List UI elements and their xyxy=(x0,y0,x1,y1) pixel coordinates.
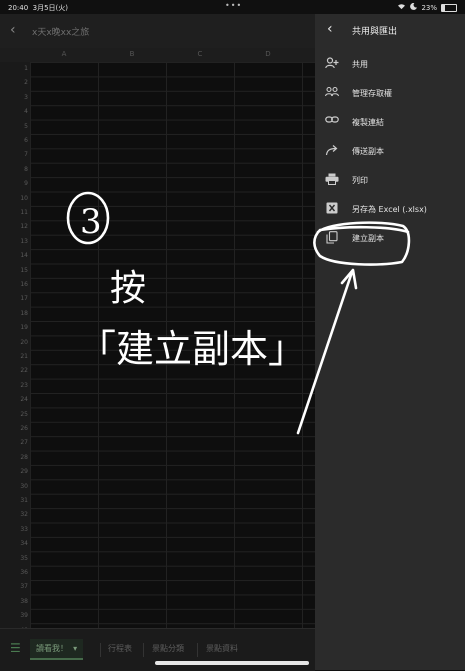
share-item[interactable]: 共用 xyxy=(315,51,465,79)
send-copy-item[interactable]: 傳送副本 xyxy=(315,138,465,166)
battery-icon xyxy=(441,3,457,12)
manage-access-item[interactable]: 管理存取權 xyxy=(315,80,465,108)
copy-link-label: 複製連結 xyxy=(352,118,384,127)
row-number[interactable]: 11 xyxy=(0,209,28,216)
row-number[interactable]: 8 xyxy=(0,166,28,173)
row-number[interactable]: 29 xyxy=(0,468,28,475)
row-number[interactable]: 16 xyxy=(0,281,28,288)
row-number[interactable]: 30 xyxy=(0,483,28,490)
add-person-icon xyxy=(325,57,339,71)
manage-access-label: 管理存取權 xyxy=(352,89,392,98)
row-number[interactable]: 7 xyxy=(0,151,28,158)
panel-header: ‹ 共用與匯出 xyxy=(315,14,465,48)
share-export-panel: ‹ 共用與匯出 共用 管理存取權 複製連結 傳送副本 列印 另存為 Excel … xyxy=(315,14,465,670)
make-copy-item[interactable]: 建立副本 xyxy=(315,225,465,253)
cell-grid[interactable] xyxy=(30,62,315,638)
save-as-excel-item[interactable]: 另存為 Excel (.xlsx) xyxy=(315,196,465,224)
panel-back-icon[interactable]: ‹ xyxy=(327,21,333,37)
back-chevron-icon[interactable]: ‹ xyxy=(10,22,16,38)
row-number[interactable]: 2 xyxy=(0,79,28,86)
status-bar: 20:40 3月5日(火) ••• 23% xyxy=(0,0,465,14)
row-number[interactable]: 25 xyxy=(0,411,28,418)
row-number[interactable]: 37 xyxy=(0,583,28,590)
excel-icon xyxy=(325,202,339,216)
sheet-list-menu-icon[interactable]: ☰ xyxy=(10,641,21,655)
column-header[interactable]: A xyxy=(30,50,98,58)
row-number[interactable]: 21 xyxy=(0,353,28,360)
row-number[interactable]: 17 xyxy=(0,295,28,302)
row-number[interactable]: 19 xyxy=(0,324,28,331)
row-number[interactable]: 38 xyxy=(0,598,28,605)
forward-arrow-icon xyxy=(325,144,339,158)
row-number[interactable]: 12 xyxy=(0,223,28,230)
moon-icon xyxy=(410,2,418,12)
document-title[interactable]: x天x晚xx之旅 xyxy=(32,25,89,38)
column-header[interactable]: B xyxy=(98,50,166,58)
copy-icon xyxy=(325,231,339,245)
row-number[interactable]: 36 xyxy=(0,569,28,576)
row-number[interactable]: 13 xyxy=(0,238,28,245)
tab-dropdown-icon[interactable]: ▾ xyxy=(73,644,77,653)
sheet-top-bar: ‹ x天x晚xx之旅 xyxy=(0,14,315,48)
row-number[interactable]: 10 xyxy=(0,195,28,202)
row-number[interactable]: 35 xyxy=(0,555,28,562)
row-number[interactable]: 22 xyxy=(0,367,28,374)
row-number[interactable]: 33 xyxy=(0,526,28,533)
row-number[interactable]: 34 xyxy=(0,540,28,547)
home-indicator[interactable] xyxy=(155,661,309,665)
sheet-tab-spot-categories[interactable]: 景點分類 xyxy=(146,639,190,658)
row-number[interactable]: 23 xyxy=(0,382,28,389)
row-number[interactable]: 18 xyxy=(0,310,28,317)
status-time-date: 20:40 3月5日(火) xyxy=(8,3,68,13)
row-number[interactable]: 28 xyxy=(0,454,28,461)
row-number[interactable]: 6 xyxy=(0,137,28,144)
make-copy-label: 建立副本 xyxy=(352,234,384,243)
print-item[interactable]: 列印 xyxy=(315,167,465,195)
row-number[interactable]: 3 xyxy=(0,94,28,101)
wifi-icon xyxy=(397,3,406,12)
multitasking-dots[interactable]: ••• xyxy=(225,1,242,10)
print-label: 列印 xyxy=(352,176,368,185)
row-number[interactable]: 15 xyxy=(0,267,28,274)
column-header[interactable]: D xyxy=(234,50,302,58)
row-number[interactable]: 4 xyxy=(0,108,28,115)
status-right: 23% xyxy=(397,2,457,12)
send-copy-label: 傳送副本 xyxy=(352,147,384,156)
sheet-tab-read-me[interactable]: 讀看我！ ▾ xyxy=(30,639,84,660)
row-number[interactable]: 32 xyxy=(0,511,28,518)
row-number[interactable]: 14 xyxy=(0,252,28,259)
printer-icon xyxy=(325,173,339,187)
row-number[interactable]: 20 xyxy=(0,339,28,346)
battery-percent: 23% xyxy=(421,3,437,12)
link-icon xyxy=(325,115,339,129)
row-number[interactable]: 1 xyxy=(0,65,28,72)
row-number[interactable]: 9 xyxy=(0,180,28,187)
row-number[interactable]: 26 xyxy=(0,425,28,432)
sheet-tab-itinerary[interactable]: 行程表 xyxy=(102,639,138,658)
row-number[interactable]: 31 xyxy=(0,497,28,504)
copy-link-item[interactable]: 複製連結 xyxy=(315,109,465,137)
status-date: 3月5日(火) xyxy=(32,4,69,12)
spreadsheet-view: ‹ x天x晚xx之旅 ABCD 1 2 3 4 5 6 7 8 9 10 11 12 13 14 15 16 1… xyxy=(0,14,315,671)
save-as-excel-label: 另存為 Excel (.xlsx) xyxy=(352,205,427,214)
row-number[interactable]: 24 xyxy=(0,396,28,403)
row-number[interactable]: 5 xyxy=(0,123,28,130)
panel-title: 共用與匯出 xyxy=(352,27,398,37)
column-headers: ABCD xyxy=(0,48,315,63)
sheet-tab-spot-data[interactable]: 景點資料 xyxy=(200,639,244,658)
row-numbers: 1 2 3 4 5 6 7 8 9 10 11 12 13 14 15 16 17 18 19 20 21 22 23 24 2… xyxy=(0,62,30,638)
status-time: 20:40 xyxy=(8,4,29,12)
share-label: 共用 xyxy=(352,60,368,69)
row-number[interactable]: 27 xyxy=(0,439,28,446)
row-number[interactable]: 39 xyxy=(0,612,28,619)
column-header[interactable]: C xyxy=(166,50,234,58)
people-icon xyxy=(324,86,340,100)
